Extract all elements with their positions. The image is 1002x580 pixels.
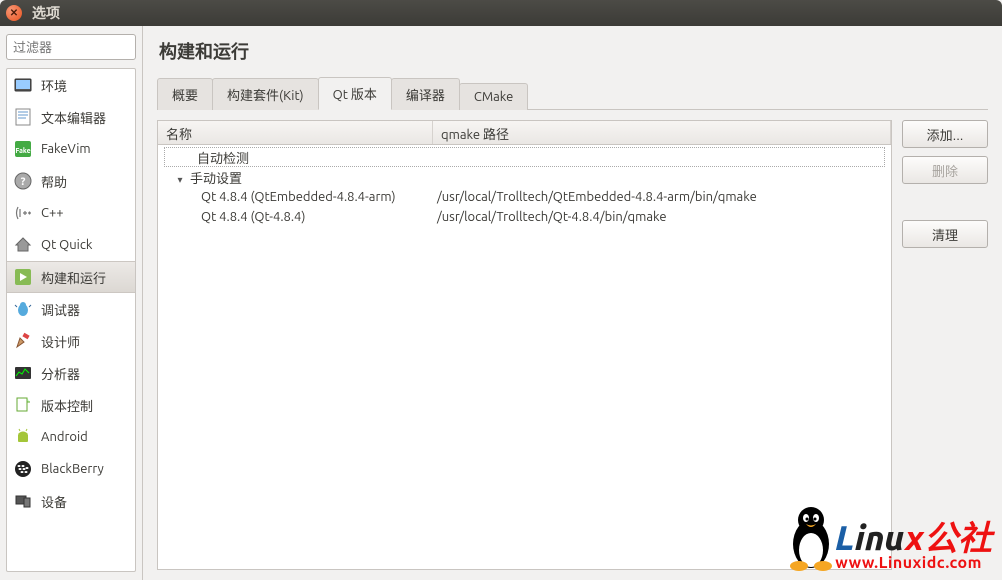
- remove-button[interactable]: 删除: [902, 156, 988, 184]
- content-area: 构建和运行 概要 构建套件(Kit) Qt 版本 编译器 CMake 名称 qm…: [143, 26, 1002, 580]
- sidebar-item-label: 调试器: [41, 300, 80, 319]
- debugger-icon: [13, 299, 33, 319]
- sidebar-item-label: 设备: [41, 492, 67, 511]
- group-label: 手动设置: [190, 172, 242, 186]
- add-button[interactable]: 添加...: [902, 120, 988, 148]
- qt-version-path: /usr/local/Trolltech/QtEmbedded-4.8.4-ar…: [433, 190, 891, 204]
- tree-group-manual[interactable]: ▾ 手动设置: [158, 167, 891, 187]
- filter-input[interactable]: [6, 34, 136, 60]
- tree-group-autodetect[interactable]: 自动检测: [164, 147, 885, 167]
- qtquick-icon: [13, 235, 33, 255]
- analyzer-icon: [13, 363, 33, 383]
- group-label: 自动检测: [197, 152, 249, 166]
- qt-version-path: /usr/local/Trolltech/Qt-4.8.4/bin/qmake: [433, 210, 891, 224]
- th-path[interactable]: qmake 路径: [433, 121, 891, 144]
- window-body: 环境 文本编辑器 Fake FakeVim ? 帮助: [0, 26, 1002, 580]
- sidebar-item-cpp[interactable]: C++: [7, 197, 135, 229]
- devices-icon: [13, 491, 33, 511]
- sidebar-item-devices[interactable]: 设备: [7, 485, 135, 517]
- window-title: 选项: [32, 3, 60, 23]
- table-header: 名称 qmake 路径: [158, 121, 891, 145]
- designer-icon: [13, 331, 33, 351]
- cpp-icon: [13, 203, 33, 223]
- tab-qtversions[interactable]: Qt 版本: [318, 77, 392, 110]
- sidebar-item-label: 版本控制: [41, 396, 93, 415]
- tab-kits[interactable]: 构建套件(Kit): [212, 78, 319, 110]
- sidebar-item-android[interactable]: Android: [7, 421, 135, 453]
- sidebar-item-buildrun[interactable]: 构建和运行: [7, 261, 135, 293]
- tab-overview[interactable]: 概要: [157, 78, 213, 110]
- sidebar-item-versioncontrol[interactable]: 版本控制: [7, 389, 135, 421]
- sidebar-item-label: 文本编辑器: [41, 108, 106, 127]
- cleanup-button[interactable]: 清理: [902, 220, 988, 248]
- sidebar-item-label: 构建和运行: [41, 268, 106, 287]
- tab-cmake[interactable]: CMake: [459, 83, 528, 110]
- sidebar-item-fakevim[interactable]: Fake FakeVim: [7, 133, 135, 165]
- sidebar-item-label: Android: [41, 430, 88, 444]
- sidebar: 环境 文本编辑器 Fake FakeVim ? 帮助: [0, 26, 143, 580]
- titlebar: ✕ 选项: [0, 0, 1002, 26]
- sidebar-item-label: C++: [41, 206, 64, 220]
- page-title: 构建和运行: [159, 38, 988, 64]
- fakevim-icon: Fake: [13, 139, 33, 159]
- tab-content: 名称 qmake 路径 自动检测: [157, 110, 988, 570]
- tabs: 概要 构建套件(Kit) Qt 版本 编译器 CMake: [157, 76, 988, 110]
- th-name[interactable]: 名称: [158, 121, 433, 144]
- window-controls: ✕: [6, 5, 22, 21]
- svg-text:Fake: Fake: [15, 147, 30, 155]
- sidebar-item-label: Qt Quick: [41, 238, 92, 252]
- sidebar-item-label: 环境: [41, 76, 67, 95]
- buildrun-icon: [13, 267, 33, 287]
- texteditor-icon: [13, 107, 33, 127]
- sidebar-item-label: FakeVim: [41, 142, 91, 156]
- close-icon[interactable]: ✕: [6, 5, 22, 21]
- versioncontrol-icon: [13, 395, 33, 415]
- sidebar-item-blackberry[interactable]: BlackBerry: [7, 453, 135, 485]
- android-icon: [13, 427, 33, 447]
- table-row[interactable]: Qt 4.8.4 (QtEmbedded-4.8.4-arm) /usr/loc…: [158, 187, 891, 207]
- sidebar-item-analyzer[interactable]: 分析器: [7, 357, 135, 389]
- category-list: 环境 文本编辑器 Fake FakeVim ? 帮助: [6, 68, 136, 572]
- sidebar-item-label: 分析器: [41, 364, 80, 383]
- qt-version-name: Qt 4.8.4 (Qt-4.8.4): [201, 210, 306, 224]
- sidebar-item-qtquick[interactable]: Qt Quick: [7, 229, 135, 261]
- sidebar-item-help[interactable]: ? 帮助: [7, 165, 135, 197]
- side-buttons: 添加... 删除 清理: [902, 120, 988, 570]
- blackberry-icon: [13, 459, 33, 479]
- tab-compilers[interactable]: 编译器: [391, 78, 460, 110]
- svg-text:?: ?: [21, 176, 26, 188]
- sidebar-item-label: BlackBerry: [41, 462, 104, 476]
- table-body[interactable]: 自动检测 ▾ 手动设置: [158, 145, 891, 569]
- qt-version-name: Qt 4.8.4 (QtEmbedded-4.8.4-arm): [201, 190, 396, 204]
- sidebar-item-label: 设计师: [41, 332, 80, 351]
- sidebar-item-texteditor[interactable]: 文本编辑器: [7, 101, 135, 133]
- sidebar-item-label: 帮助: [41, 172, 67, 191]
- table-row[interactable]: Qt 4.8.4 (Qt-4.8.4) /usr/local/Trolltech…: [158, 207, 891, 227]
- sidebar-item-designer[interactable]: 设计师: [7, 325, 135, 357]
- sidebar-item-debugger[interactable]: 调试器: [7, 293, 135, 325]
- chevron-down-icon[interactable]: ▾: [173, 174, 187, 186]
- environment-icon: [13, 75, 33, 95]
- sidebar-item-environment[interactable]: 环境: [7, 69, 135, 101]
- qtversions-table: 名称 qmake 路径 自动检测: [157, 120, 892, 570]
- help-icon: ?: [13, 171, 33, 191]
